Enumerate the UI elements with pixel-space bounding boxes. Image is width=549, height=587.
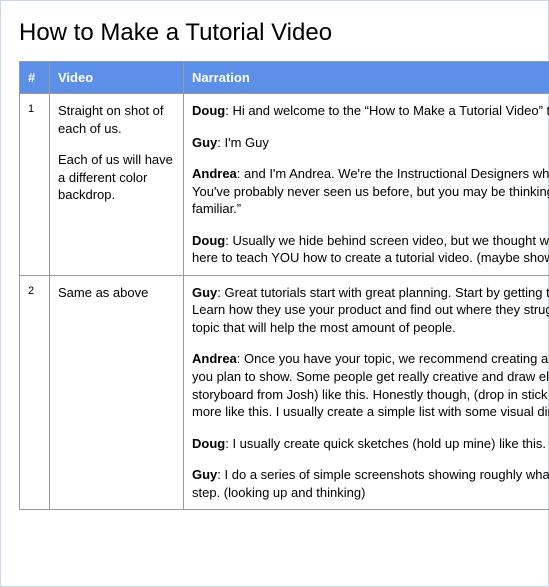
narration-text: : Usually we hide behind screen video, b… — [192, 233, 549, 266]
narration-line: Andrea: Once you have your topic, we rec… — [192, 350, 549, 420]
speaker-name: Andrea — [192, 351, 237, 366]
narration-line: Guy: Great tutorials start with great pl… — [192, 284, 549, 337]
col-header-video: Video — [50, 62, 184, 94]
narration-line: Guy: I'm Guy — [192, 134, 549, 152]
video-note: Same as above — [58, 284, 175, 302]
narration-text: : and I'm Andrea. We're the Instructiona… — [192, 166, 549, 216]
speaker-name: Doug — [192, 436, 225, 451]
col-header-num: # — [20, 62, 50, 94]
row-number: 1 — [20, 94, 50, 276]
narration-line: Andrea: and I'm Andrea. We're the Instru… — [192, 165, 549, 218]
speaker-name: Guy — [192, 285, 217, 300]
video-cell: Same as above — [50, 275, 184, 509]
narration-cell: Doug: Hi and welcome to the “How to Make… — [184, 94, 549, 276]
narration-line: Doug: Hi and welcome to the “How to Make… — [192, 102, 549, 120]
row-number: 2 — [20, 275, 50, 509]
speaker-name: Doug — [192, 233, 225, 248]
speaker-name: Andrea — [192, 166, 237, 181]
video-cell: Straight on shot of each of us. Each of u… — [50, 94, 184, 276]
narration-text: : I'm Guy — [217, 135, 269, 150]
video-note: Each of us will have a different color b… — [58, 151, 175, 204]
narration-line: Doug: Usually we hide behind screen vide… — [192, 232, 549, 267]
speaker-name: Doug — [192, 103, 225, 118]
video-note: Straight on shot of each of us. — [58, 102, 175, 137]
narration-text: : Hi and welcome to the “How to Make a T… — [225, 103, 549, 118]
page-title: How to Make a Tutorial Video — [19, 19, 548, 47]
table-row: 1Straight on shot of each of us. Each of … — [20, 94, 549, 276]
narration-cell: Guy: Great tutorials start with great pl… — [184, 275, 549, 509]
table-row: 2Same as aboveGuy: Great tutorials start… — [20, 275, 549, 509]
speaker-name: Guy — [192, 135, 217, 150]
script-table: # Video Narration 1Straight on shot of e… — [19, 61, 549, 510]
narration-line: Doug: I usually create quick sketches (h… — [192, 435, 549, 453]
col-header-narration: Narration — [184, 62, 549, 94]
narration-text: : I usually create quick sketches (hold … — [225, 436, 546, 451]
narration-text: : Once you have your topic, we recommend… — [192, 351, 549, 419]
narration-text: : Great tutorials start with great plann… — [192, 285, 549, 335]
speaker-name: Guy — [192, 467, 217, 482]
narration-line: Guy: I do a series of simple screenshots… — [192, 466, 549, 501]
narration-text: : I do a series of simple screenshots sh… — [192, 467, 549, 500]
